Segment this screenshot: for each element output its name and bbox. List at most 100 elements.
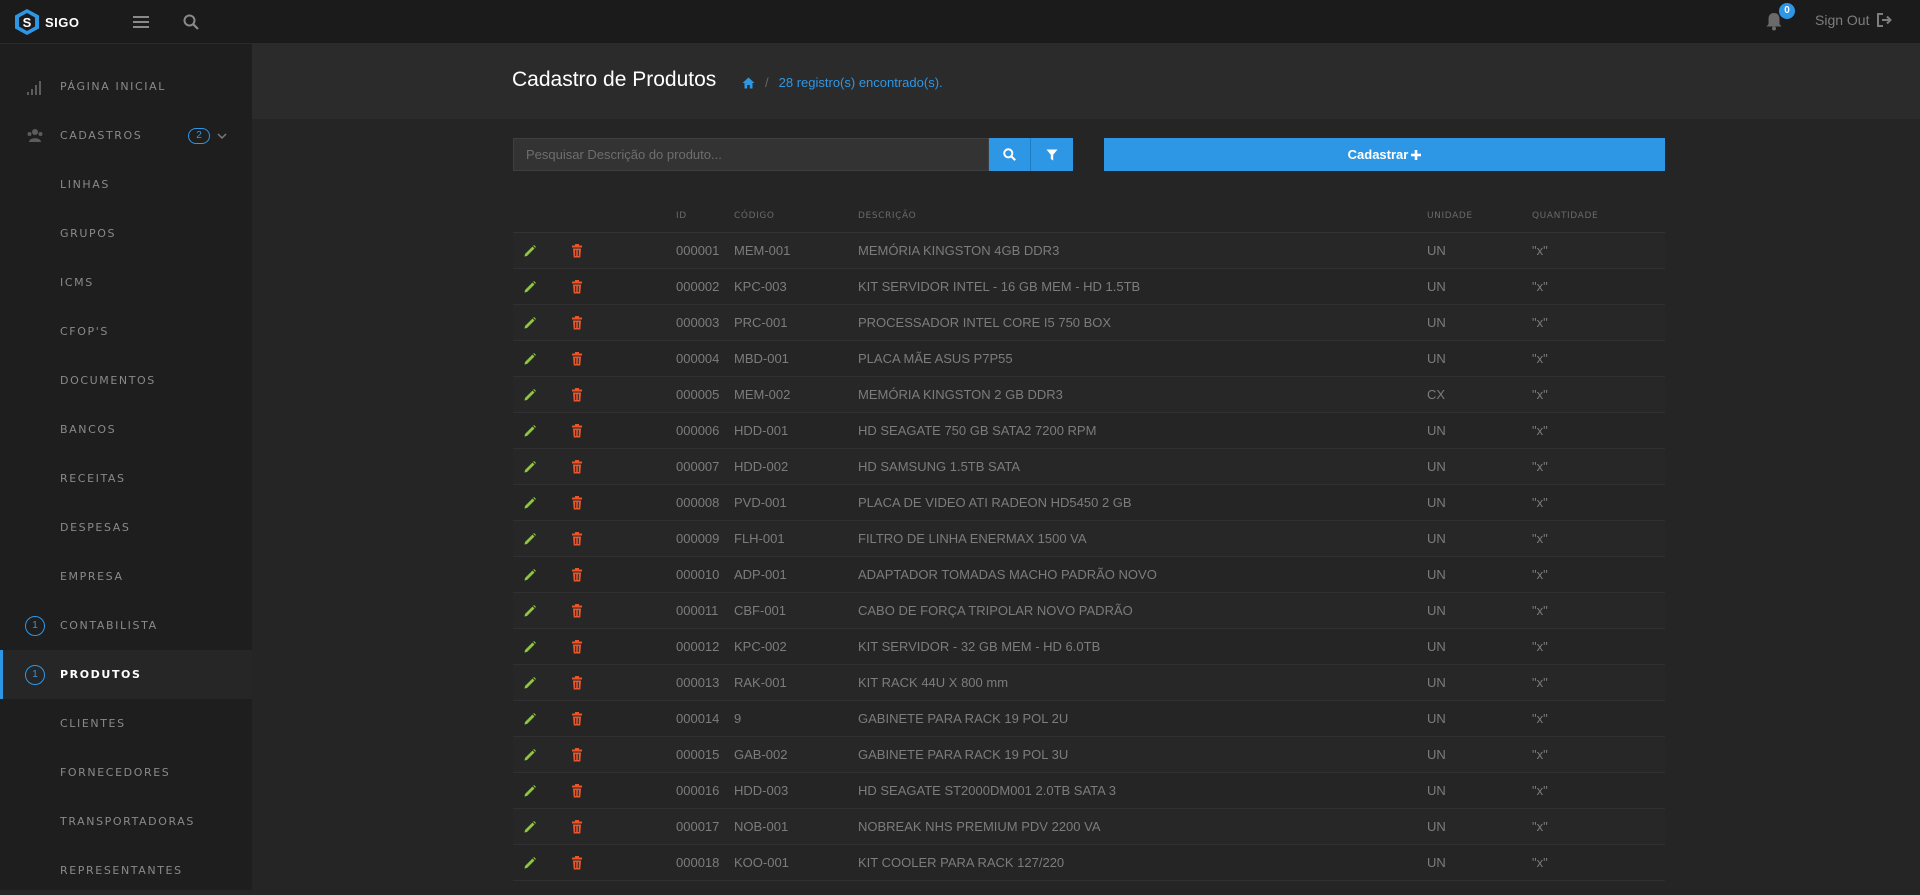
sidebar-item-grupos[interactable]: GRUPOS	[0, 209, 252, 258]
delete-icon[interactable]	[570, 388, 584, 402]
sidebar-item-empresa[interactable]: EMPRESA	[0, 552, 252, 601]
sign-out-button[interactable]: Sign Out	[1815, 12, 1893, 28]
edit-icon[interactable]	[523, 640, 537, 654]
filter-button[interactable]	[1031, 138, 1073, 171]
delete-icon[interactable]	[570, 568, 584, 582]
delete-icon[interactable]	[570, 496, 584, 510]
breadcrumb: / 28 registro(s) encontrado(s).	[742, 75, 943, 90]
page-header: Cadastro de Produtos / 28 registro(s) en…	[252, 44, 1920, 119]
cell-unidade: UN	[1427, 459, 1446, 474]
edit-icon[interactable]	[523, 568, 537, 582]
sign-out-label: Sign Out	[1815, 12, 1870, 28]
edit-icon[interactable]	[523, 784, 537, 798]
sidebar-item-label: EMPRESA	[60, 570, 124, 583]
sidebar-item-label: DESPESAS	[60, 521, 131, 534]
cell-id: 000011	[676, 603, 719, 618]
home-icon[interactable]	[742, 77, 755, 89]
cell-id: 000018	[676, 855, 720, 870]
edit-icon[interactable]	[523, 388, 537, 402]
search-input[interactable]	[513, 138, 989, 171]
search-icon[interactable]	[180, 11, 202, 33]
sidebar-item-contabilista[interactable]: 1 CONTABILISTA	[0, 601, 252, 650]
sidebar-item-transportadoras[interactable]: TRANSPORTADORAS	[0, 797, 252, 846]
app-logo[interactable]: S SIGO	[14, 8, 80, 36]
table-row: 000017 NOB-001 NOBREAK NHS PREMIUM PDV 220…	[513, 809, 1665, 845]
delete-icon[interactable]	[570, 856, 584, 870]
column-header-descricao[interactable]: DESCRIÇÃO	[858, 211, 916, 221]
cell-id: 000006	[676, 423, 720, 438]
table-row: 000004 MBD-001 PLACA MÃE ASUS P7P55 UN "x"	[513, 341, 1665, 377]
delete-icon[interactable]	[570, 676, 584, 690]
delete-icon[interactable]	[570, 460, 584, 474]
delete-icon[interactable]	[570, 352, 584, 366]
sidebar-item-cadastros[interactable]: CADASTROS 2	[0, 111, 252, 160]
cell-codigo: KOO-001	[734, 855, 789, 870]
delete-icon[interactable]	[570, 712, 584, 726]
sidebar-item-clientes[interactable]: CLIENTES	[0, 699, 252, 748]
delete-icon[interactable]	[570, 604, 584, 618]
cell-codigo: PVD-001	[734, 495, 787, 510]
edit-icon[interactable]	[523, 496, 537, 510]
menu-toggle-icon[interactable]	[130, 11, 152, 33]
records-found-text: 28 registro(s) encontrado(s).	[778, 75, 943, 90]
sidebar-item-label: CLIENTES	[60, 717, 126, 730]
edit-icon[interactable]	[523, 748, 537, 762]
cell-unidade: UN	[1427, 495, 1446, 510]
edit-icon[interactable]	[523, 676, 537, 690]
cell-descricao: PLACA DE VIDEO ATI RADEON HD5450 2 GB	[858, 495, 1132, 510]
delete-icon[interactable]	[570, 640, 584, 654]
register-button[interactable]: Cadastrar	[1104, 138, 1665, 171]
sidebar-item-icms[interactable]: ICMS	[0, 258, 252, 307]
cell-quantidade: "x"	[1532, 531, 1548, 546]
edit-icon[interactable]	[523, 604, 537, 618]
delete-icon[interactable]	[570, 424, 584, 438]
sidebar-item-produtos[interactable]: 1 PRODUTOS	[0, 650, 252, 699]
sidebar-item-label: GRUPOS	[60, 227, 117, 240]
edit-icon[interactable]	[523, 712, 537, 726]
delete-icon[interactable]	[570, 244, 584, 258]
cell-descricao: GABINETE PARA RACK 19 POL 3U	[858, 747, 1069, 762]
sidebar-item-receitas[interactable]: RECEITAS	[0, 454, 252, 503]
edit-icon[interactable]	[523, 280, 537, 294]
table-row: 000006 HDD-001 HD SEAGATE 750 GB SATA2 720…	[513, 413, 1665, 449]
edit-icon[interactable]	[523, 352, 537, 366]
cell-id: 000003	[676, 315, 720, 330]
sidebar-item-linhas[interactable]: LINHAS	[0, 160, 252, 209]
sidebar-item-bancos[interactable]: BANCOS	[0, 405, 252, 454]
cell-quantidade: "x"	[1532, 315, 1548, 330]
column-header-codigo[interactable]: CÓDIGO	[734, 211, 775, 221]
edit-icon[interactable]	[523, 532, 537, 546]
table-row: 000010 ADP-001 ADAPTADOR TOMADAS MACHO PAD…	[513, 557, 1665, 593]
sidebar-item-label: CFOP'S	[60, 325, 109, 338]
edit-icon[interactable]	[523, 316, 537, 330]
delete-icon[interactable]	[570, 280, 584, 294]
cell-descricao: ADAPTADOR TOMADAS MACHO PADRÃO NOVO	[858, 567, 1157, 582]
delete-icon[interactable]	[570, 784, 584, 798]
sidebar-item-representantes[interactable]: REPRESENTANTES	[0, 846, 252, 895]
cell-codigo: ADP-001	[734, 567, 787, 582]
sidebar-item-fornecedores[interactable]: FORNECEDORES	[0, 748, 252, 797]
edit-icon[interactable]	[523, 856, 537, 870]
sidebar-item-despesas[interactable]: DESPESAS	[0, 503, 252, 552]
column-header-id[interactable]: ID	[676, 211, 687, 221]
delete-icon[interactable]	[570, 316, 584, 330]
delete-icon[interactable]	[570, 820, 584, 834]
column-header-unidade[interactable]: UNIDADE	[1427, 211, 1473, 221]
delete-icon[interactable]	[570, 532, 584, 546]
edit-icon[interactable]	[523, 424, 537, 438]
table-row: 000007 HDD-002 HD SAMSUNG 1.5TB SATA UN "x"	[513, 449, 1665, 485]
cell-quantidade: "x"	[1532, 423, 1548, 438]
edit-icon[interactable]	[523, 244, 537, 258]
edit-icon[interactable]	[523, 820, 537, 834]
cell-codigo: FLH-001	[734, 531, 785, 546]
sidebar-item-pagina-inicial[interactable]: PÁGINA INICIAL	[0, 62, 252, 111]
sidebar-item-cfops[interactable]: CFOP'S	[0, 307, 252, 356]
search-button[interactable]	[989, 138, 1031, 171]
cell-descricao: FILTRO DE LINHA ENERMAX 1500 VA	[858, 531, 1087, 546]
sidebar-item-documentos[interactable]: DOCUMENTOS	[0, 356, 252, 405]
edit-icon[interactable]	[523, 460, 537, 474]
search-icon	[1003, 148, 1016, 161]
cell-unidade: UN	[1427, 603, 1446, 618]
delete-icon[interactable]	[570, 748, 584, 762]
column-header-quantidade[interactable]: QUANTIDADE	[1532, 211, 1598, 221]
